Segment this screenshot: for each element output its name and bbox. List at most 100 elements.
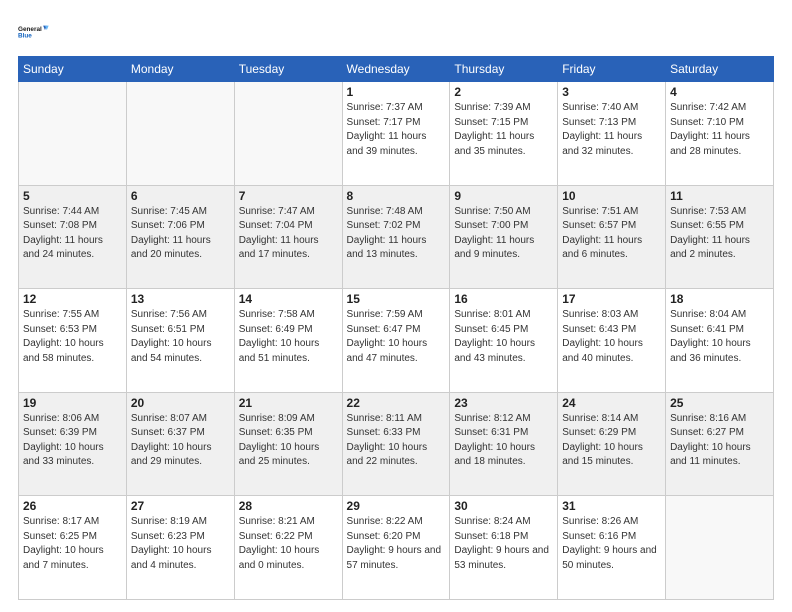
- day-info: Sunrise: 8:07 AMSunset: 6:37 PMDaylight:…: [131, 412, 230, 470]
- day-number: 26: [23, 499, 122, 513]
- weekday-tuesday: Tuesday: [234, 57, 342, 82]
- calendar-row: 19 Sunrise: 8:06 AMSunset: 6:39 PMDayligh…: [19, 392, 774, 496]
- day-info: Sunrise: 7:42 AMSunset: 7:10 PMDaylight:…: [670, 101, 769, 159]
- day-cell-7: 7 Sunrise: 7:47 AMSunset: 7:04 PMDaylight…: [234, 185, 342, 289]
- calendar-row: 1 Sunrise: 7:37 AMSunset: 7:17 PMDaylight…: [19, 82, 774, 186]
- day-number: 27: [131, 499, 230, 513]
- day-info: Sunrise: 8:22 AMSunset: 6:20 PMDaylight:…: [347, 515, 446, 573]
- day-cell-28: 28Sunrise: 8:21 AMSunset: 6:22 PMDayligh…: [234, 496, 342, 600]
- day-number: 3: [562, 85, 661, 99]
- day-number: 18: [670, 292, 769, 306]
- day-cell-21: 21Sunrise: 8:09 AMSunset: 6:35 PMDayligh…: [234, 392, 342, 496]
- day-number: 1: [347, 85, 446, 99]
- svg-text:Blue: Blue: [18, 32, 32, 39]
- day-number: 13: [131, 292, 230, 306]
- day-number: 31: [562, 499, 661, 513]
- day-info: Sunrise: 7:59 AMSunset: 6:47 PMDaylight:…: [347, 308, 446, 366]
- day-info: Sunrise: 7:37 AMSunset: 7:17 PMDaylight:…: [347, 101, 446, 159]
- day-info: Sunrise: 8:17 AMSunset: 6:25 PMDaylight:…: [23, 515, 122, 573]
- day-info: Sunrise: 7:40 AMSunset: 7:13 PMDaylight:…: [562, 101, 661, 159]
- calendar-row: 5Sunrise: 7:44 AMSunset: 7:08 PMDaylight…: [19, 185, 774, 289]
- day-number: 9: [454, 189, 553, 203]
- day-cell-18: 18 Sunrise: 8:04 AMSunset: 6:41 PMDayligh…: [666, 289, 774, 393]
- weekday-sunday: Sunday: [19, 57, 127, 82]
- logo: GeneralBlue: [18, 16, 52, 48]
- day-number: 7: [239, 189, 338, 203]
- day-number: 8: [347, 189, 446, 203]
- weekday-saturday: Saturday: [666, 57, 774, 82]
- day-cell-15: 15Sunrise: 7:59 AMSunset: 6:47 PMDayligh…: [342, 289, 450, 393]
- day-cell-10: 10 Sunrise: 7:51 AMSunset: 6:57 PMDayligh…: [558, 185, 666, 289]
- day-info: Sunrise: 7:48 AMSunset: 7:02 PMDaylight:…: [347, 205, 446, 263]
- day-cell-2: 2Sunrise: 7:39 AMSunset: 7:15 PMDaylight…: [450, 82, 558, 186]
- day-cell-13: 13 Sunrise: 7:56 AMSunset: 6:51 PMDayligh…: [126, 289, 234, 393]
- page: GeneralBlue SundayMondayTuesdayWednesday…: [0, 0, 792, 612]
- weekday-friday: Friday: [558, 57, 666, 82]
- day-number: 25: [670, 396, 769, 410]
- day-number: 30: [454, 499, 553, 513]
- day-info: Sunrise: 8:16 AMSunset: 6:27 PMDaylight:…: [670, 412, 769, 470]
- day-number: 14: [239, 292, 338, 306]
- day-info: Sunrise: 8:12 AMSunset: 6:31 PMDaylight:…: [454, 412, 553, 470]
- day-info: Sunrise: 7:45 AMSunset: 7:06 PMDaylight:…: [131, 205, 230, 263]
- day-number: 11: [670, 189, 769, 203]
- day-number: 19: [23, 396, 122, 410]
- day-info: Sunrise: 7:39 AMSunset: 7:15 PMDaylight:…: [454, 101, 553, 159]
- day-cell-23: 23 Sunrise: 8:12 AMSunset: 6:31 PMDayligh…: [450, 392, 558, 496]
- day-info: Sunrise: 8:04 AMSunset: 6:41 PMDaylight:…: [670, 308, 769, 366]
- day-info: Sunrise: 8:06 AMSunset: 6:39 PMDaylight:…: [23, 412, 122, 470]
- calendar-row: 26 Sunrise: 8:17 AMSunset: 6:25 PMDayligh…: [19, 496, 774, 600]
- day-info: Sunrise: 8:11 AMSunset: 6:33 PMDaylight:…: [347, 412, 446, 470]
- day-cell-4: 4Sunrise: 7:42 AMSunset: 7:10 PMDaylight…: [666, 82, 774, 186]
- day-info: Sunrise: 8:03 AMSunset: 6:43 PMDaylight:…: [562, 308, 661, 366]
- day-number: 10: [562, 189, 661, 203]
- weekday-thursday: Thursday: [450, 57, 558, 82]
- logo-icon: GeneralBlue: [18, 16, 50, 48]
- day-number: 29: [347, 499, 446, 513]
- day-number: 6: [131, 189, 230, 203]
- calendar-table: SundayMondayTuesdayWednesdayThursdayFrid…: [18, 56, 774, 600]
- day-number: 22: [347, 396, 446, 410]
- day-info: Sunrise: 7:58 AMSunset: 6:49 PMDaylight:…: [239, 308, 338, 366]
- day-cell-25: 25 Sunrise: 8:16 AMSunset: 6:27 PMDayligh…: [666, 392, 774, 496]
- day-cell-14: 14 Sunrise: 7:58 AMSunset: 6:49 PMDayligh…: [234, 289, 342, 393]
- day-info: Sunrise: 7:53 AMSunset: 6:55 PMDaylight:…: [670, 205, 769, 263]
- day-cell-19: 19 Sunrise: 8:06 AMSunset: 6:39 PMDayligh…: [19, 392, 127, 496]
- day-info: Sunrise: 8:19 AMSunset: 6:23 PMDaylight:…: [131, 515, 230, 573]
- day-number: 12: [23, 292, 122, 306]
- day-cell-1: 1 Sunrise: 7:37 AMSunset: 7:17 PMDaylight…: [342, 82, 450, 186]
- day-cell-31: 31 Sunrise: 8:26 AMSunset: 6:16 PMDayligh…: [558, 496, 666, 600]
- day-info: Sunrise: 8:01 AMSunset: 6:45 PMDaylight:…: [454, 308, 553, 366]
- weekday-header-row: SundayMondayTuesdayWednesdayThursdayFrid…: [19, 57, 774, 82]
- day-info: Sunrise: 8:14 AMSunset: 6:29 PMDaylight:…: [562, 412, 661, 470]
- weekday-monday: Monday: [126, 57, 234, 82]
- day-cell-6: 6 Sunrise: 7:45 AMSunset: 7:06 PMDaylight…: [126, 185, 234, 289]
- day-cell-26: 26 Sunrise: 8:17 AMSunset: 6:25 PMDayligh…: [19, 496, 127, 600]
- weekday-wednesday: Wednesday: [342, 57, 450, 82]
- empty-cell: [234, 82, 342, 186]
- empty-cell: [126, 82, 234, 186]
- day-info: Sunrise: 7:51 AMSunset: 6:57 PMDaylight:…: [562, 205, 661, 263]
- day-cell-3: 3 Sunrise: 7:40 AMSunset: 7:13 PMDaylight…: [558, 82, 666, 186]
- day-cell-27: 27 Sunrise: 8:19 AMSunset: 6:23 PMDayligh…: [126, 496, 234, 600]
- day-info: Sunrise: 7:56 AMSunset: 6:51 PMDaylight:…: [131, 308, 230, 366]
- day-cell-17: 17Sunrise: 8:03 AMSunset: 6:43 PMDayligh…: [558, 289, 666, 393]
- day-info: Sunrise: 8:09 AMSunset: 6:35 PMDaylight:…: [239, 412, 338, 470]
- day-number: 24: [562, 396, 661, 410]
- day-cell-16: 16 Sunrise: 8:01 AMSunset: 6:45 PMDayligh…: [450, 289, 558, 393]
- day-info: Sunrise: 8:26 AMSunset: 6:16 PMDaylight:…: [562, 515, 661, 573]
- day-number: 20: [131, 396, 230, 410]
- day-cell-24: 24 Sunrise: 8:14 AMSunset: 6:29 PMDayligh…: [558, 392, 666, 496]
- day-info: Sunrise: 7:55 AMSunset: 6:53 PMDaylight:…: [23, 308, 122, 366]
- day-cell-29: 29 Sunrise: 8:22 AMSunset: 6:20 PMDayligh…: [342, 496, 450, 600]
- day-number: 16: [454, 292, 553, 306]
- day-cell-11: 11 Sunrise: 7:53 AMSunset: 6:55 PMDayligh…: [666, 185, 774, 289]
- day-info: Sunrise: 7:50 AMSunset: 7:00 PMDaylight:…: [454, 205, 553, 263]
- day-info: Sunrise: 8:24 AMSunset: 6:18 PMDaylight:…: [454, 515, 553, 573]
- day-info: Sunrise: 7:44 AMSunset: 7:08 PMDaylight:…: [23, 205, 122, 263]
- empty-cell: [666, 496, 774, 600]
- day-cell-8: 8 Sunrise: 7:48 AMSunset: 7:02 PMDaylight…: [342, 185, 450, 289]
- day-info: Sunrise: 7:47 AMSunset: 7:04 PMDaylight:…: [239, 205, 338, 263]
- day-number: 23: [454, 396, 553, 410]
- day-cell-12: 12 Sunrise: 7:55 AMSunset: 6:53 PMDayligh…: [19, 289, 127, 393]
